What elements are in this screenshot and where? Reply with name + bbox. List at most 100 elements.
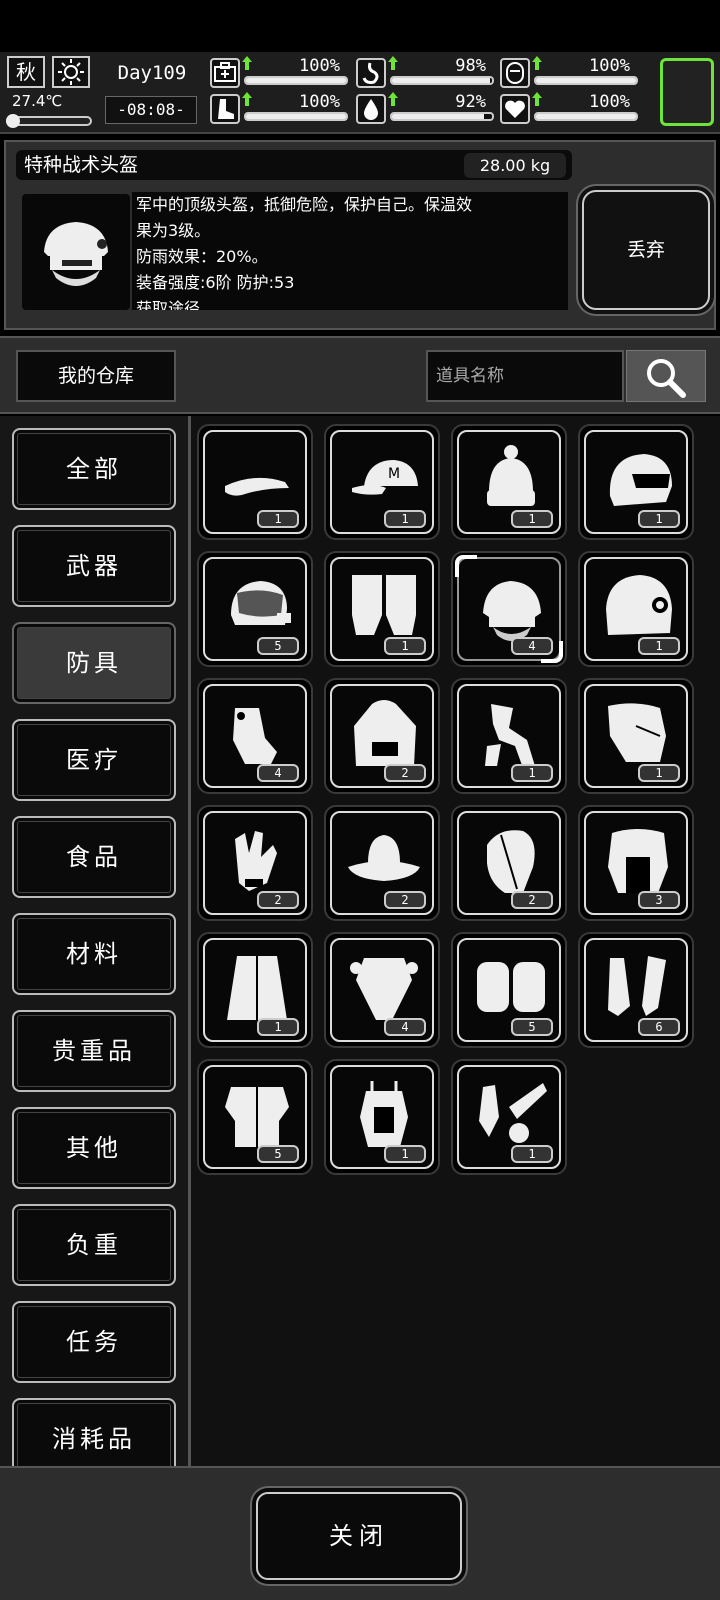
slot-frame: 3 [584,811,688,915]
inventory-slot[interactable]: 6 [578,932,694,1048]
category-tab[interactable]: 医疗 [12,719,176,801]
item-count-badge: 1 [511,764,553,782]
arrow-up-icon [242,56,252,70]
stat-mood: 100% [500,56,640,90]
inventory-slot[interactable]: 2 [451,805,567,921]
stat-value: 100% [589,56,630,76]
category-tab[interactable]: 其他 [12,1107,176,1189]
item-count-badge: 2 [384,764,426,782]
item-count-badge: 1 [384,510,426,528]
desc-line: 获取途径 [136,299,201,310]
category-tab[interactable]: 武器 [12,525,176,607]
inventory-slot[interactable]: 1 [578,551,694,667]
search-icon [647,359,686,398]
item-count-badge: 5 [257,1145,299,1163]
inventory-slot[interactable]: 1 [451,678,567,794]
inventory-slot[interactable]: 4 [451,551,567,667]
category-tab[interactable]: 消耗品 [12,1398,176,1466]
slot-frame: 2 [330,811,434,915]
desc-line: 装备强度:6阶 防护:53 [136,273,295,292]
slot-frame: 2 [203,811,307,915]
desc-line: 防雨效果：20%。 [136,247,268,266]
inventory-slot[interactable]: 1 [324,1059,440,1175]
slot-frame: M1 [330,430,434,534]
search-input[interactable] [426,350,624,402]
stat-bar-fill [536,78,636,83]
inventory-slot[interactable]: 5 [197,1059,313,1175]
slot-frame: 1 [584,684,688,788]
item-count-badge: 1 [384,637,426,655]
stat-health: 100% [210,56,350,90]
inventory-slot[interactable]: 1 [324,551,440,667]
stat-thirst: 92% [356,92,496,126]
item-count-badge: 2 [257,891,299,909]
arrow-up-icon [532,56,542,70]
medkit-icon [210,58,240,88]
arrow-up-icon [532,92,542,106]
arrow-up-icon [242,92,252,106]
stat-bar-fill [246,114,346,119]
slot-frame: 1 [584,430,688,534]
stat-bar [244,76,348,85]
inventory-slot[interactable]: 2 [197,805,313,921]
category-tab[interactable]: 贵重品 [12,1010,176,1092]
item-count-badge: 1 [257,510,299,528]
category-tab[interactable]: 防具 [12,622,176,704]
inventory-slot[interactable]: 1 [197,932,313,1048]
slot-frame: 6 [584,938,688,1042]
stat-bar [390,112,494,121]
category-tab[interactable]: 全部 [12,428,176,510]
search-button[interactable] [626,350,706,402]
slot-frame: 2 [457,811,561,915]
category-tab[interactable]: 材料 [12,913,176,995]
inventory-slot[interactable]: 1 [197,424,313,540]
slot-frame: 4 [203,684,307,788]
category-tab[interactable]: 食品 [12,816,176,898]
inventory-slot[interactable]: 2 [324,805,440,921]
close-button[interactable]: 关闭 [256,1492,462,1580]
category-tab[interactable]: 负重 [12,1204,176,1286]
item-count-badge: 1 [638,764,680,782]
inventory-slot[interactable]: M1 [324,424,440,540]
stat-bar [390,76,494,85]
stat-bar [244,112,348,121]
inventory-slot[interactable]: 4 [197,678,313,794]
item-count-badge: 5 [257,637,299,655]
category-tab[interactable]: 任务 [12,1301,176,1383]
temperature-label: 27.4℃ [12,92,63,110]
inventory-slot[interactable]: 1 [451,424,567,540]
inventory-slot[interactable]: 5 [451,932,567,1048]
warehouse-title: 我的仓库 [16,350,176,402]
item-count-badge: 1 [257,1018,299,1036]
stat-value: 98% [455,56,486,76]
stat-bar [534,76,638,85]
stat-bar-fill [392,114,484,119]
slot-frame: 1 [330,557,434,661]
stat-bar-fill [246,78,346,83]
equipped-slot-button[interactable] [660,58,714,126]
inventory-slot[interactable]: 1 [578,424,694,540]
item-count-badge: 6 [638,1018,680,1036]
arrow-up-icon [388,56,398,70]
inventory-slot[interactable]: 2 [324,678,440,794]
inventory-slot[interactable]: 5 [197,551,313,667]
inventory-slot[interactable]: 1 [451,1059,567,1175]
warehouse-bar: 我的仓库 [0,336,720,414]
inventory-slot[interactable]: 1 [578,678,694,794]
tactical-helmet-icon [22,194,130,310]
slot-frame: 2 [330,684,434,788]
status-bar-area [0,0,720,52]
sun-icon [52,56,90,88]
day-counter: Day109 [117,62,187,84]
inventory-slot[interactable]: 3 [578,805,694,921]
slot-frame: 1 [330,1065,434,1169]
slot-frame: 5 [457,938,561,1042]
discard-button[interactable]: 丢弃 [582,190,710,310]
slot-frame: 4 [455,555,563,663]
category-sidebar: 全部武器防具医疗食品材料贵重品其他负重任务消耗品 [0,416,188,1466]
bottom-bar: 关闭 [0,1466,720,1600]
heart-icon [500,94,530,124]
slot-frame: 5 [203,557,307,661]
slot-frame: 1 [457,1065,561,1169]
inventory-slot[interactable]: 4 [324,932,440,1048]
